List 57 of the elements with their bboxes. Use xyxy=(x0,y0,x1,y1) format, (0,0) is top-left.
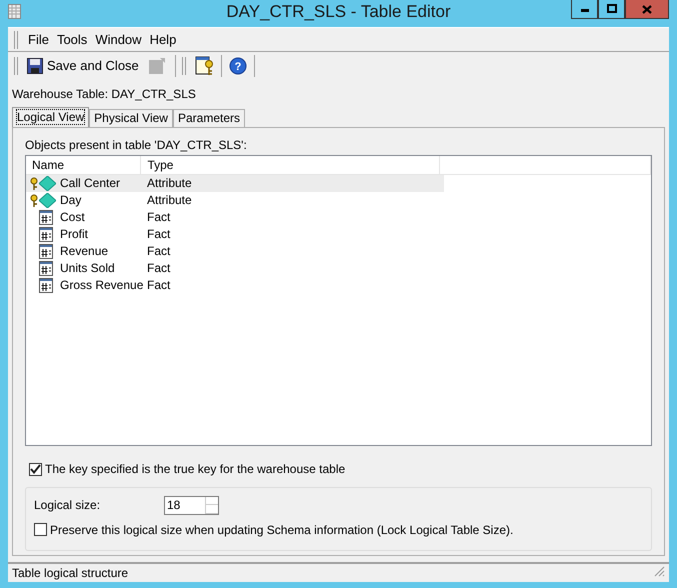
object-list[interactable]: Name Type Call Center Attribute Day Attribute Cost Fact Profit Fact Revenue Fact Units Sold Fact Gross Revenue Fact xyxy=(25,155,652,446)
column-header[interactable]: Name xyxy=(26,156,142,174)
fact-icon xyxy=(39,227,53,242)
help-icon[interactable]: ? xyxy=(228,56,247,74)
checkbox-label: The key specified is the true key for the warehouse table xyxy=(45,462,346,477)
spinner-value: 18 xyxy=(166,496,182,514)
logical-size-spinner[interactable]: 18 xyxy=(164,496,219,515)
table-cell: Fact xyxy=(147,278,170,293)
table-row[interactable]: Cost Fact xyxy=(26,209,444,226)
table-cell-text: Call Center xyxy=(60,176,122,191)
table-cell: Fact xyxy=(147,227,170,242)
table-key-icon[interactable] xyxy=(194,56,215,76)
table-cell-text: Day xyxy=(60,193,82,208)
table-cell-text: Profit xyxy=(60,227,90,242)
menu-item[interactable]: Help xyxy=(146,32,180,48)
menu-item[interactable]: Window xyxy=(91,32,146,48)
fact-icon xyxy=(39,278,53,294)
close-button[interactable] xyxy=(625,0,669,19)
table-cell-text: Gross Revenue xyxy=(60,278,144,293)
app-icon xyxy=(8,4,21,19)
status-text: Table logical structure xyxy=(12,566,128,580)
window-title: DAY_CTR_SLS - Table Editor xyxy=(226,2,451,22)
tab[interactable]: Logical View xyxy=(12,107,90,128)
checkbox[interactable] xyxy=(34,523,47,536)
diamond-icon xyxy=(39,176,56,192)
fact-icon xyxy=(39,261,53,276)
checkbox[interactable] xyxy=(29,462,42,476)
tab[interactable]: Parameters xyxy=(172,109,245,128)
table-cell-text: Cost xyxy=(60,210,86,225)
minimize-button[interactable] xyxy=(571,0,598,19)
table-row[interactable]: Revenue Fact xyxy=(26,243,444,260)
maximize-icon xyxy=(606,4,616,14)
checkbox-label: Preserve this logical size when updating Schema information (Lock Logical Table Size). xyxy=(50,522,514,537)
menu-item[interactable]: Tools xyxy=(52,32,92,48)
close-icon xyxy=(642,4,652,14)
table-cell: Attribute xyxy=(147,193,192,208)
table-cell: Fact xyxy=(147,244,170,259)
fact-icon xyxy=(39,210,53,226)
objects-label: Objects present in table 'DAY_CTR_SLS': xyxy=(25,138,247,152)
resize-grip-icon xyxy=(654,566,665,577)
table-row[interactable]: Day Attribute xyxy=(26,192,444,210)
column-header[interactable]: Type xyxy=(141,156,440,174)
table-cell: Attribute xyxy=(147,176,192,191)
table-row[interactable]: Call Center Attribute xyxy=(26,175,444,192)
warehouse-table-label: Warehouse Table: DAY_CTR_SLS xyxy=(12,87,196,101)
table-row[interactable]: Gross Revenue Fact xyxy=(26,277,444,294)
table-row[interactable]: Units Sold Fact xyxy=(26,260,444,278)
menu-item[interactable]: File xyxy=(24,32,53,48)
table-row[interactable]: Profit Fact xyxy=(26,226,444,244)
table-cell-text: Units Sold xyxy=(60,261,116,276)
table-cell-text: Revenue xyxy=(60,244,110,259)
save-and-close-button[interactable]: Save and Close xyxy=(24,58,142,74)
table-cell: Fact xyxy=(147,210,170,225)
fact-icon xyxy=(39,244,53,260)
tab[interactable]: Physical View xyxy=(89,109,173,128)
logical-size-label: Logical size: xyxy=(34,498,102,512)
table-cell: Fact xyxy=(147,261,170,276)
